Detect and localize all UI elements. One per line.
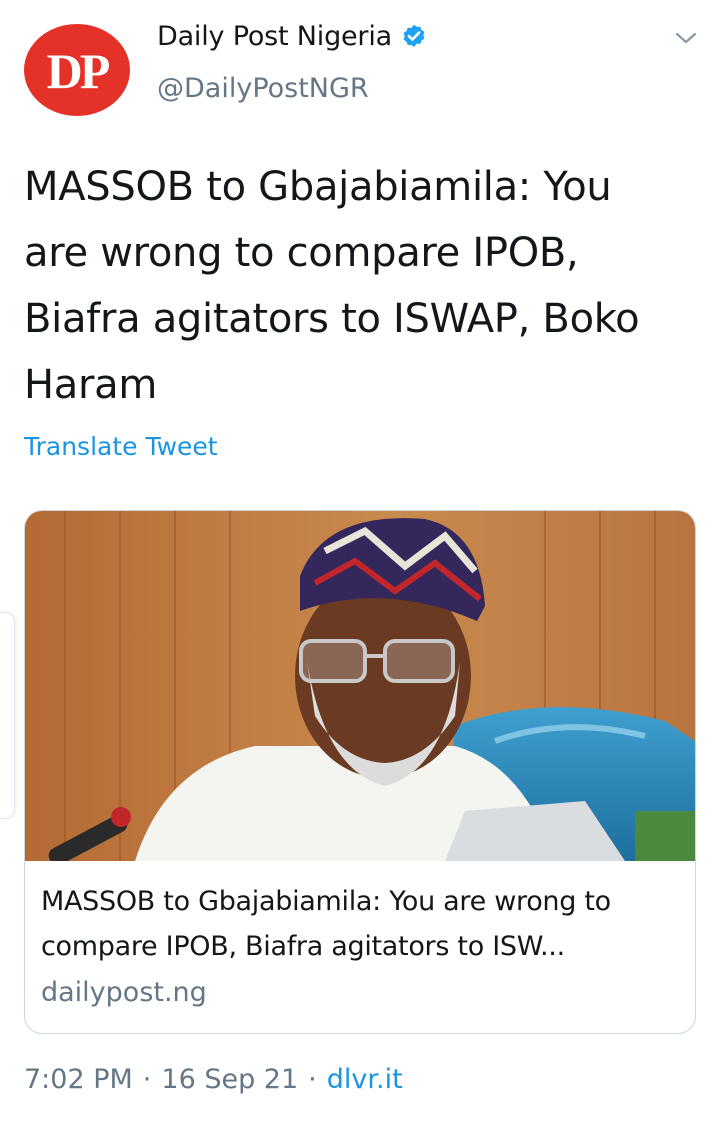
tweet-text: MASSOB to Gbajabiamila: You are wrong to… bbox=[24, 164, 640, 408]
separator-dot: · bbox=[308, 1064, 317, 1095]
card-title: MASSOB to Gbajabiamila: You are wrong to… bbox=[41, 886, 611, 962]
verified-badge-icon bbox=[403, 24, 425, 47]
card-domain: dailypost.ng bbox=[41, 977, 207, 1008]
source-link[interactable]: dlvr.it bbox=[327, 1064, 403, 1095]
article-image bbox=[25, 511, 695, 861]
link-preview-card[interactable]: MASSOB to Gbajabiamila: You are wrong to… bbox=[24, 510, 696, 1034]
tweet-date[interactable]: 16 Sep 21 bbox=[161, 1064, 298, 1095]
separator-dot: · bbox=[142, 1064, 152, 1095]
left-panel-edge bbox=[0, 612, 15, 819]
avatar[interactable]: DP bbox=[24, 24, 130, 116]
chevron-down-icon[interactable] bbox=[672, 28, 700, 48]
tweet-metadata: 7:02 PM · 16 Sep 21 · dlvr.it bbox=[24, 1064, 403, 1095]
user-handle[interactable]: @DailyPostNGR bbox=[157, 73, 369, 104]
author-name-row: Daily Post Nigeria bbox=[157, 21, 428, 52]
display-name[interactable]: Daily Post Nigeria bbox=[157, 21, 392, 52]
tweet-time[interactable]: 7:02 PM bbox=[24, 1064, 133, 1095]
avatar-initials: DP bbox=[46, 43, 111, 99]
translate-tweet-link[interactable]: Translate Tweet bbox=[24, 432, 218, 461]
